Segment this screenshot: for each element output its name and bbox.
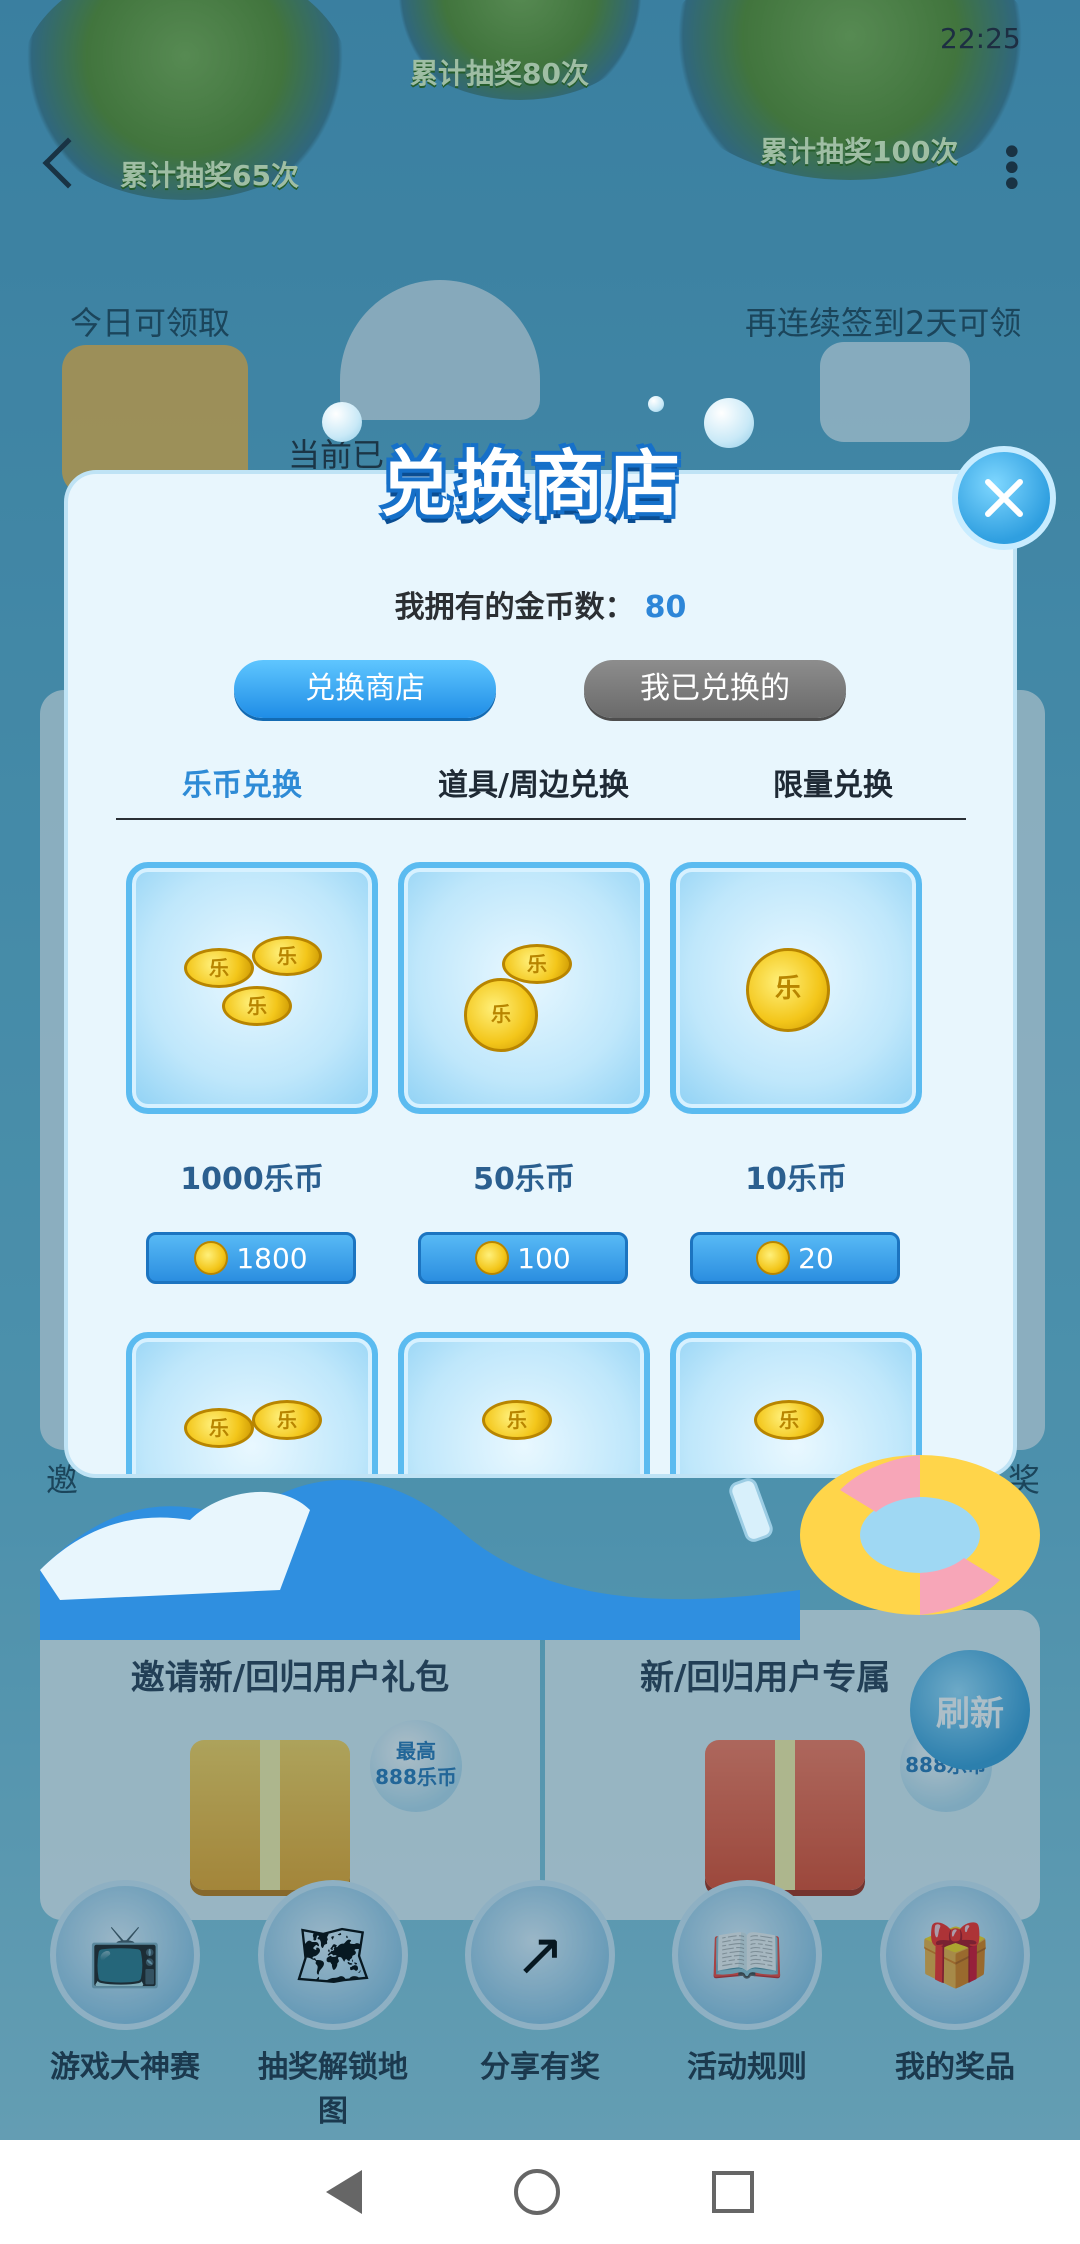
exchange-store-modal: 我拥有的金币数： 80 兑换商店 我已兑换的 乐币兑换 道具/周边兑换 限量兑换 … (68, 474, 1013, 1474)
tab-my-exchanged[interactable]: 我已兑换的 (584, 660, 846, 718)
close-icon (985, 479, 1023, 517)
coin-balance-value: 80 (644, 590, 687, 625)
recents-nav-icon[interactable] (712, 2171, 754, 2213)
home-nav-icon[interactable] (514, 2169, 560, 2215)
item-card-50[interactable]: 乐 乐 (398, 862, 650, 1114)
price-10: 20 (798, 1241, 834, 1275)
subtab-limited[interactable]: 限量兑换 (773, 760, 893, 804)
redeem-button-50[interactable]: 100 (418, 1232, 628, 1284)
tab-exchange-store[interactable]: 兑换商店 (234, 660, 496, 718)
coin-stack-icon: 乐 (502, 944, 572, 984)
coin-icon (194, 1241, 229, 1275)
coin-stack-icon: 乐 (184, 1408, 254, 1448)
bubble-decoration (704, 398, 754, 448)
modal-title: 兑换商店 (380, 442, 685, 526)
coin-icon: 乐 (746, 948, 830, 1032)
coin-stack-icon: 乐 (184, 948, 254, 988)
coin-balance-label: 我拥有的金币数： (394, 590, 635, 625)
coin-stack-icon: 乐 (252, 936, 322, 976)
coin-icon (475, 1241, 510, 1275)
price-50: 100 (517, 1241, 571, 1275)
system-nav-bar (0, 2140, 1080, 2244)
subtab-props[interactable]: 道具/周边兑换 (438, 760, 629, 804)
wave-decoration (40, 1455, 1040, 1640)
item-card-1000[interactable]: 乐 乐 乐 (126, 862, 378, 1114)
item-card-10[interactable]: 乐 (670, 862, 922, 1114)
coin-stack-icon: 乐 (754, 1400, 824, 1440)
coin-stack-icon: 乐 (252, 1400, 322, 1440)
back-nav-icon[interactable] (326, 2170, 362, 2214)
close-button[interactable] (952, 446, 1056, 550)
subtab-lecoin[interactable]: 乐币兑换 (182, 760, 302, 804)
coin-stack-icon: 乐 (222, 986, 292, 1026)
coin-stack-icon: 乐 (464, 978, 538, 1052)
coin-icon (756, 1241, 791, 1275)
item-name-1000: 1000乐币 (180, 1162, 324, 1197)
coin-balance: 我拥有的金币数： 80 (68, 582, 1013, 626)
redeem-button-1000[interactable]: 1800 (146, 1232, 356, 1284)
coin-stack-icon: 乐 (482, 1400, 552, 1440)
bubble-decoration (648, 396, 664, 412)
item-name-50: 50乐币 (473, 1162, 575, 1197)
price-1000: 1800 (236, 1241, 308, 1275)
subtab-bar: 乐币兑换 道具/周边兑换 限量兑换 (116, 760, 966, 820)
redeem-button-10[interactable]: 20 (690, 1232, 900, 1284)
item-name-10: 10乐币 (745, 1162, 847, 1197)
bubble-decoration (322, 402, 362, 442)
